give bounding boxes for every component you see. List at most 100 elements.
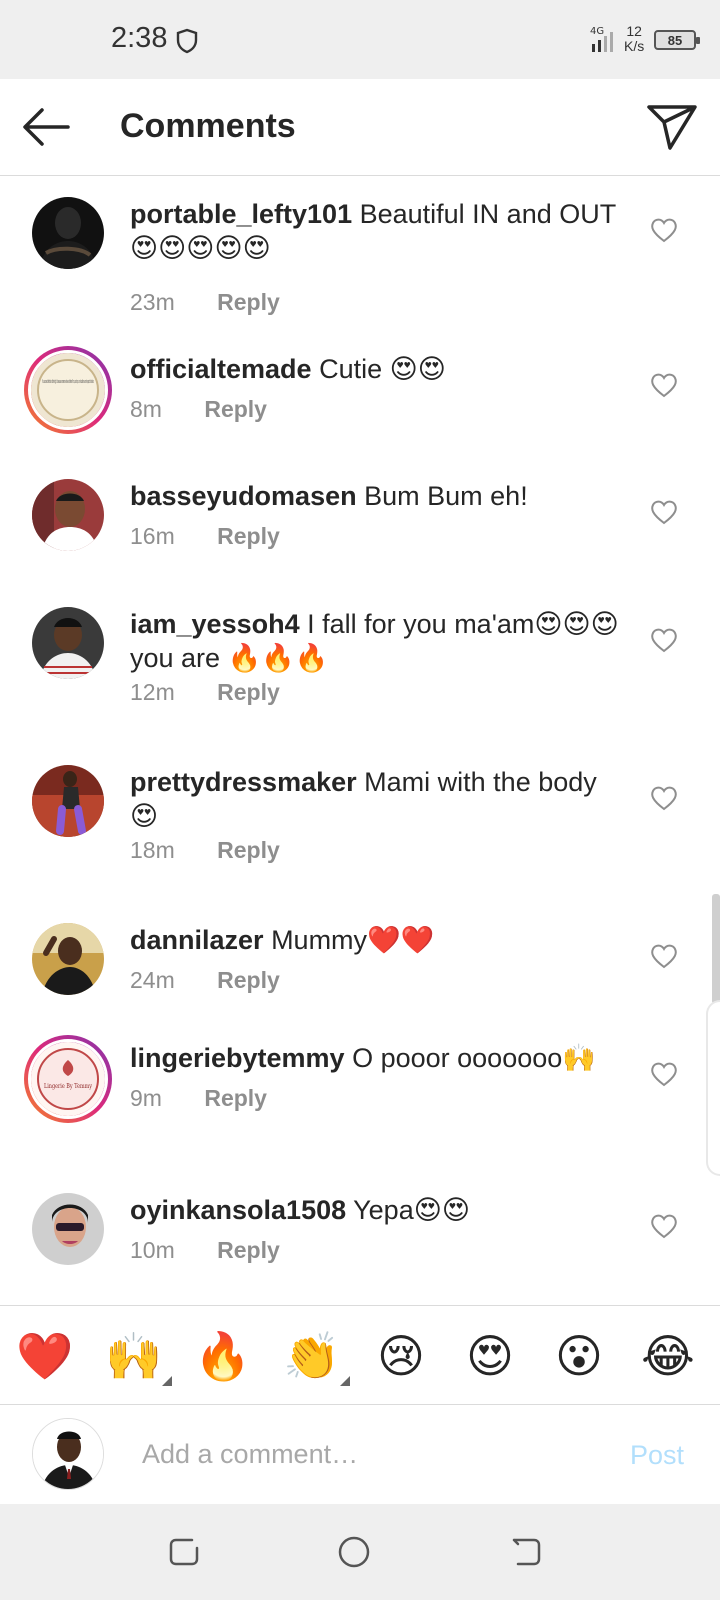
back-arrow-icon[interactable] bbox=[20, 105, 72, 149]
heart-icon[interactable] bbox=[650, 372, 678, 398]
avatar-image bbox=[32, 607, 104, 679]
avatar[interactable] bbox=[32, 197, 104, 269]
comment-username[interactable]: portable_lefty101 bbox=[130, 199, 352, 229]
avatar[interactable] bbox=[32, 923, 104, 995]
avatar[interactable] bbox=[32, 1418, 104, 1490]
comment-text: oyinkansola1508 Yepa😍😍 bbox=[130, 1193, 620, 1227]
post-button[interactable]: Post bbox=[630, 1440, 684, 1471]
comment-item: Lingerie By Temmy lingeriebytemmy O pooo… bbox=[0, 1035, 720, 1135]
page-title: Comments bbox=[120, 107, 296, 145]
reply-button[interactable]: Reply bbox=[217, 679, 280, 705]
surprised-emoji-button[interactable]: 😮 bbox=[547, 1324, 611, 1388]
comment-message: Bum Bum eh! bbox=[364, 481, 528, 511]
status-bar: 2:38 4G 12 K/s 85 bbox=[0, 0, 720, 79]
laughing-emoji-button[interactable]: 😂 bbox=[636, 1324, 700, 1388]
status-time: 2:38 bbox=[111, 22, 168, 54]
avatar[interactable] bbox=[32, 479, 104, 551]
reply-button[interactable]: Reply bbox=[217, 1237, 280, 1263]
comment-username[interactable]: oyinkansola1508 bbox=[130, 1195, 346, 1225]
heart-icon[interactable] bbox=[650, 785, 678, 811]
comments-list[interactable]: portable_lefty101 Beautiful IN and OUT 😍… bbox=[0, 177, 720, 1305]
comment-time: 12m bbox=[130, 679, 175, 705]
comment-text: iam_yessoh4 I fall for you ma'am😍😍😍you a… bbox=[130, 607, 620, 675]
comment-username[interactable]: prettydressmaker bbox=[130, 767, 357, 797]
heart-icon[interactable] bbox=[650, 1061, 678, 1087]
reply-button[interactable]: Reply bbox=[217, 967, 280, 993]
heart-icon[interactable] bbox=[650, 217, 678, 243]
network-signal-icon: 4G bbox=[590, 26, 613, 52]
clapping-emoji-button[interactable]: 👏 bbox=[280, 1324, 350, 1388]
scrollbar[interactable] bbox=[712, 894, 720, 1004]
skin-tone-indicator bbox=[340, 1376, 350, 1386]
comment-meta: 18m Reply bbox=[130, 837, 280, 864]
battery-icon: 85 bbox=[654, 30, 700, 50]
comment-message: Yepa😍😍 bbox=[353, 1195, 471, 1225]
comment-item: basseyudomasen Bum Bum eh! 16m Reply bbox=[0, 479, 720, 569]
raising-hands-emoji-button[interactable]: 🙌 bbox=[102, 1324, 172, 1388]
comment-item: portable_lefty101 Beautiful IN and OUT 😍… bbox=[0, 197, 720, 317]
comment-time: 23m bbox=[130, 289, 175, 315]
home-icon[interactable] bbox=[336, 1534, 372, 1570]
send-icon[interactable] bbox=[646, 103, 698, 151]
comment-item: oyinkansola1508 Yepa😍😍 10m Reply bbox=[0, 1193, 720, 1283]
comment-text: basseyudomasen Bum Bum eh! bbox=[130, 479, 620, 513]
heart-icon[interactable] bbox=[650, 627, 678, 653]
comment-text: officialtemade Cutie 😍😍 bbox=[130, 352, 620, 386]
reply-button[interactable]: Reply bbox=[217, 837, 280, 863]
edge-panel-handle[interactable] bbox=[706, 1000, 720, 1176]
avatar-image bbox=[32, 197, 104, 269]
reply-button[interactable]: Reply bbox=[204, 396, 267, 422]
comment-username[interactable]: dannilazer bbox=[130, 925, 264, 955]
avatar-image: Lingerie By Temmy bbox=[31, 1042, 105, 1116]
reply-button[interactable]: Reply bbox=[217, 289, 280, 315]
comment-text: dannilazer Mummy❤️❤️ bbox=[130, 923, 620, 957]
back-icon[interactable] bbox=[508, 1534, 544, 1570]
comment-meta: 9m Reply bbox=[130, 1085, 267, 1112]
reply-button[interactable]: Reply bbox=[204, 1085, 267, 1111]
header: Comments bbox=[0, 79, 720, 176]
reply-button[interactable]: Reply bbox=[217, 523, 280, 549]
avatar[interactable]: Lingerie By Temmy bbox=[24, 1035, 112, 1123]
comment-username[interactable]: officialtemade bbox=[130, 354, 312, 384]
avatar[interactable] bbox=[32, 765, 104, 837]
avatar[interactable] bbox=[32, 607, 104, 679]
comment-input[interactable] bbox=[142, 1432, 582, 1476]
avatar-image: If u succeed without suffering,it is bec… bbox=[31, 353, 105, 427]
heart-eyes-emoji-button[interactable]: 😍 bbox=[458, 1324, 522, 1388]
fire-emoji-button[interactable]: 🔥 bbox=[191, 1324, 255, 1388]
comment-text: portable_lefty101 Beautiful IN and OUT 😍… bbox=[130, 197, 620, 265]
emoji-reaction-bar: ❤️ 🙌 🔥 👏 😢 😍 😮 😂 bbox=[0, 1305, 720, 1405]
comment-item: prettydressmaker Mami with the body 😍 18… bbox=[0, 765, 720, 885]
avatar[interactable] bbox=[32, 1193, 104, 1265]
avatar-image bbox=[32, 479, 104, 551]
avatar-image bbox=[32, 1193, 104, 1265]
network-speed: 12 K/s bbox=[624, 23, 645, 54]
heart-icon[interactable] bbox=[650, 1213, 678, 1239]
comment-time: 8m bbox=[130, 396, 162, 422]
comment-text: lingeriebytemmy O pooor ooooooo🙌 bbox=[130, 1041, 620, 1075]
comment-time: 9m bbox=[130, 1085, 162, 1111]
skin-tone-indicator bbox=[162, 1376, 172, 1386]
comment-time: 16m bbox=[130, 523, 175, 549]
recent-apps-icon[interactable] bbox=[166, 1534, 202, 1570]
svg-text:Lingerie By Temmy: Lingerie By Temmy bbox=[44, 1083, 92, 1090]
comment-meta: 10m Reply bbox=[130, 1237, 280, 1264]
svg-text:4G: 4G bbox=[590, 26, 604, 37]
comment-meta: 8m Reply bbox=[130, 396, 267, 423]
crying-emoji-button[interactable]: 😢 bbox=[369, 1324, 433, 1388]
comment-username[interactable]: iam_yessoh4 bbox=[130, 609, 300, 639]
comment-meta: 23m Reply bbox=[130, 289, 280, 316]
heart-emoji-button[interactable]: ❤️ bbox=[13, 1324, 77, 1388]
comment-meta: 24m Reply bbox=[130, 967, 280, 994]
avatar-image bbox=[33, 1419, 103, 1489]
system-navigation-bar bbox=[0, 1504, 720, 1600]
comment-time: 10m bbox=[130, 1237, 175, 1263]
comment-username[interactable]: basseyudomasen bbox=[130, 481, 357, 511]
comment-username[interactable]: lingeriebytemmy bbox=[130, 1043, 345, 1073]
heart-icon[interactable] bbox=[650, 499, 678, 525]
avatar[interactable]: If u succeed without suffering,it is bec… bbox=[24, 346, 112, 434]
comment-meta: 16m Reply bbox=[130, 523, 280, 550]
heart-icon[interactable] bbox=[650, 943, 678, 969]
comment-item: iam_yessoh4 I fall for you ma'am😍😍😍you a… bbox=[0, 607, 720, 727]
comment-message: O pooor ooooooo🙌 bbox=[352, 1043, 596, 1073]
